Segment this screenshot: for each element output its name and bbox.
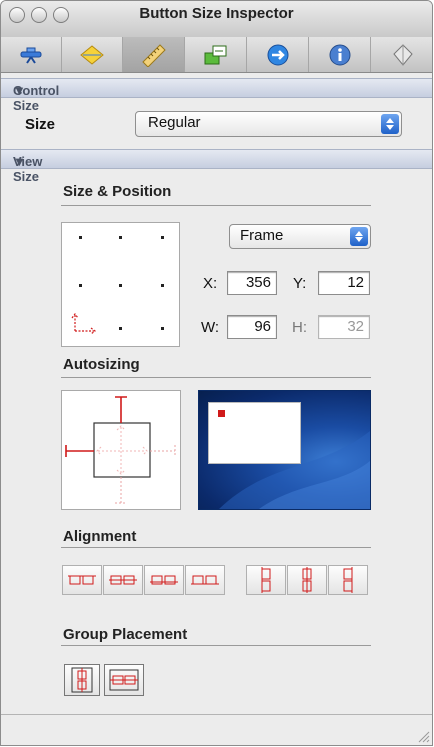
- origin-point[interactable]: [161, 284, 164, 287]
- frame-popup-value: Frame: [240, 227, 284, 244]
- view-size-section-title: View Size: [13, 154, 43, 184]
- align-left-edges-button[interactable]: [246, 565, 286, 595]
- origin-grid[interactable]: [61, 222, 180, 347]
- window-title: Button Size Inspector: [139, 5, 294, 22]
- align-bottom-edges-button[interactable]: [185, 565, 225, 595]
- tab-identity[interactable]: [309, 37, 371, 72]
- applescript-icon: [392, 43, 413, 66]
- attributes-icon: [20, 47, 42, 64]
- bindings-icon: [267, 44, 288, 65]
- control-size-popup[interactable]: Regular: [135, 111, 402, 137]
- autosizing-preview: [198, 390, 371, 510]
- center-vertically-icon: [71, 667, 93, 693]
- group-placement-title: Group Placement: [63, 626, 188, 643]
- x-field[interactable]: 356: [227, 271, 277, 295]
- align-baseline-icon: [150, 575, 178, 585]
- center-horizontally-icon: [109, 669, 139, 691]
- inspector-window: Button Size Inspector ▼ Control Size Siz…: [0, 0, 433, 746]
- control-size-section-header[interactable]: ▼ Control Size: [1, 78, 432, 113]
- preview-view-marker: [218, 410, 225, 417]
- control-size-value: Regular: [148, 114, 201, 131]
- align-horizontal-centers-button[interactable]: [287, 565, 327, 595]
- view-size-section-header[interactable]: ▼ View Size: [1, 149, 432, 184]
- y-label: Y:: [293, 275, 307, 292]
- w-label: W:: [201, 319, 220, 336]
- effects-icon: [80, 44, 104, 65]
- height-field: 32: [318, 315, 370, 339]
- origin-point[interactable]: [79, 236, 82, 239]
- align-right-icon: [343, 567, 353, 593]
- origin-point[interactable]: [119, 284, 122, 287]
- title-bar: Button Size Inspector: [1, 1, 432, 37]
- frame-layout-popup[interactable]: Frame: [229, 224, 371, 249]
- divider: [61, 645, 371, 646]
- control-size-section-title: Control Size: [13, 83, 60, 113]
- width-field[interactable]: 96: [227, 315, 277, 339]
- identity-icon: [329, 44, 350, 65]
- divider: [61, 377, 371, 378]
- origin-point[interactable]: [79, 284, 82, 287]
- preview-window: [208, 402, 301, 464]
- x-label: X:: [203, 275, 218, 292]
- size-ruler-icon: [141, 43, 166, 67]
- tab-size[interactable]: [123, 37, 185, 72]
- connections-icon: [204, 45, 226, 64]
- size-position-title: Size & Position: [63, 183, 172, 200]
- origin-point[interactable]: [161, 327, 164, 330]
- origin-point[interactable]: [161, 236, 164, 239]
- group-center-horizontally-button[interactable]: [104, 664, 144, 696]
- align-baselines-button[interactable]: [144, 565, 184, 595]
- size-label: Size: [25, 116, 56, 133]
- tab-bindings[interactable]: [247, 37, 309, 72]
- h-label: H:: [292, 319, 307, 336]
- align-vcenter-icon: [109, 575, 137, 585]
- resize-grip-icon[interactable]: [416, 729, 430, 743]
- y-field[interactable]: 12: [318, 271, 370, 295]
- divider: [61, 205, 371, 206]
- align-left-icon: [261, 567, 271, 593]
- align-right-edges-button[interactable]: [328, 565, 368, 595]
- bottom-bar: [1, 714, 432, 745]
- divider: [61, 547, 371, 548]
- tab-attributes[interactable]: [1, 37, 62, 72]
- group-center-vertically-button[interactable]: [64, 664, 100, 696]
- align-vertical-centers-button[interactable]: [103, 565, 143, 595]
- selected-origin-icon[interactable]: [70, 311, 98, 335]
- popup-arrows-icon: [350, 227, 368, 246]
- tab-applescript[interactable]: [371, 37, 432, 72]
- autosizing-control[interactable]: [61, 390, 181, 510]
- align-hcenter-icon: [302, 567, 312, 593]
- align-top-edges-button[interactable]: [62, 565, 102, 595]
- tab-connections[interactable]: [185, 37, 247, 72]
- tab-effects[interactable]: [62, 37, 123, 72]
- align-bottom-icon: [191, 575, 219, 585]
- autosizing-title: Autosizing: [63, 356, 140, 373]
- alignment-title: Alignment: [63, 528, 137, 545]
- inspector-toolbar: [1, 37, 432, 73]
- autosizing-springs-struts: [65, 396, 176, 504]
- align-top-icon: [68, 575, 96, 585]
- origin-point[interactable]: [119, 236, 122, 239]
- origin-point[interactable]: [119, 327, 122, 330]
- popup-arrows-icon: [381, 114, 399, 134]
